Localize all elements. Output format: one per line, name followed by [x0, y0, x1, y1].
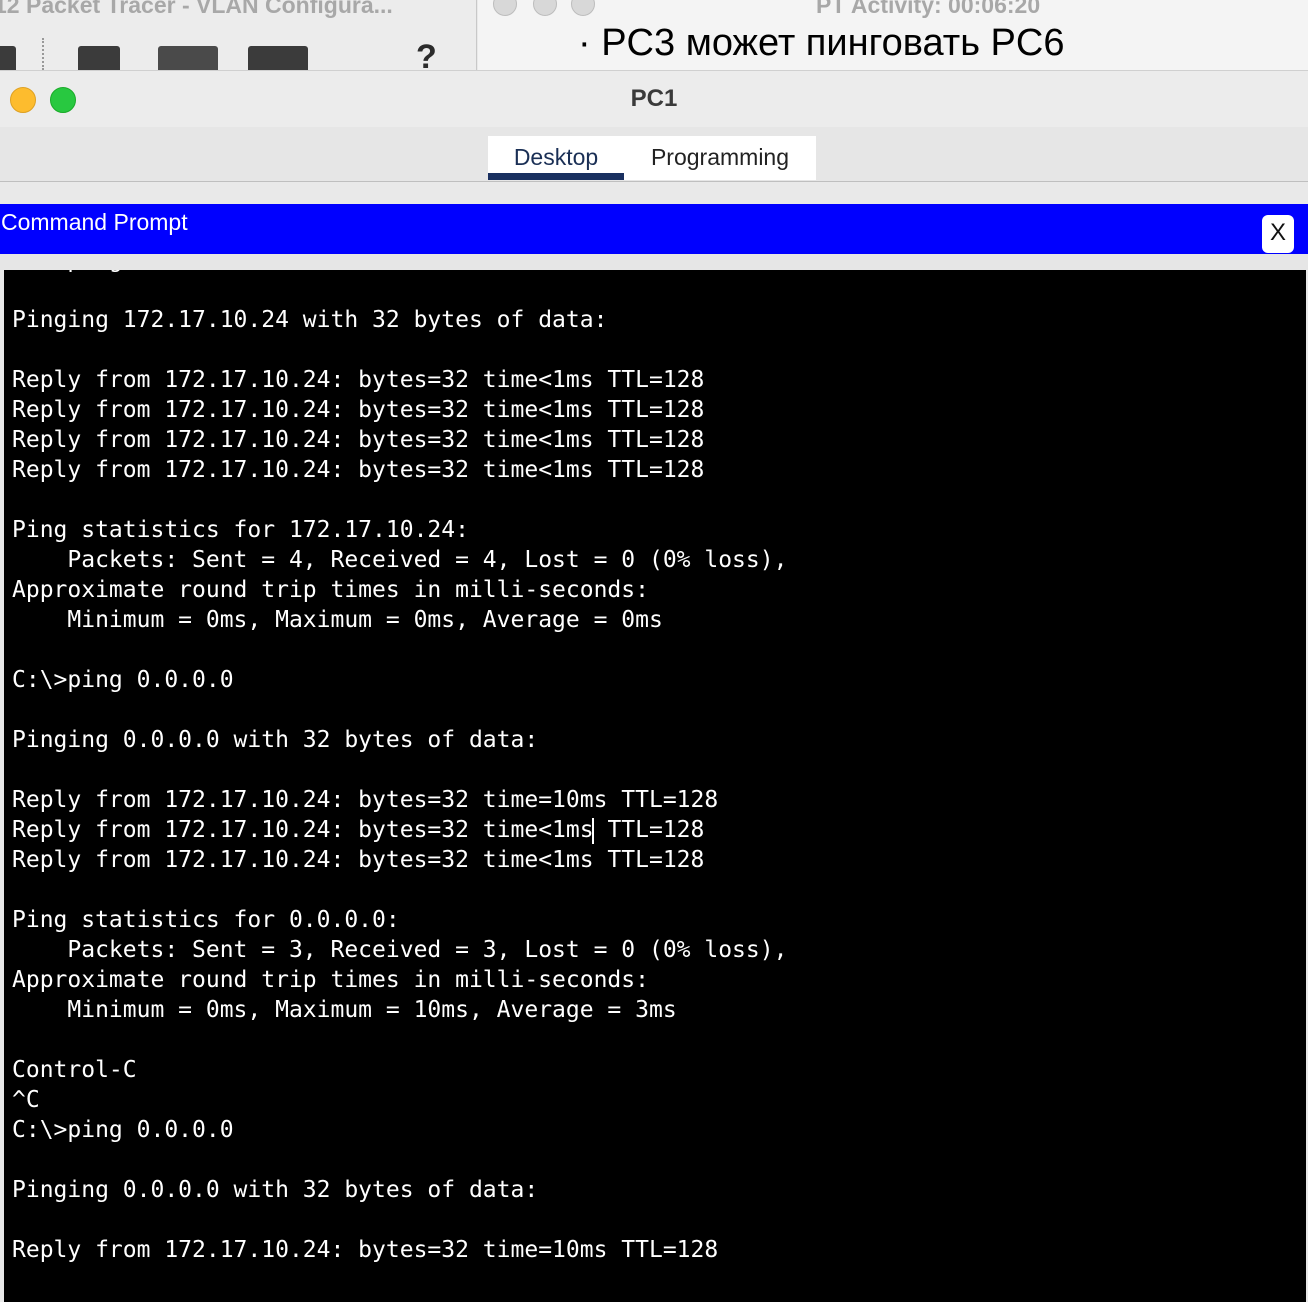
- terminal-line: Pinging 0.0.0.0 with 32 bytes of data:: [12, 727, 539, 753]
- activity-timer: PT Activity: 00:06:20: [816, 0, 1041, 18]
- terminal-line: Minimum = 0ms, Maximum = 0ms, Average = …: [12, 607, 663, 633]
- terminal-line: Reply from 172.17.10.24: bytes=32 time<1…: [12, 427, 705, 453]
- terminal-line: Reply from 172.17.10.24: bytes=32 time<1…: [12, 847, 705, 873]
- zoom-dot-icon[interactable]: [571, 0, 595, 16]
- window-title: PC1: [630, 85, 678, 112]
- instruction-text: · PC3 может пинговать PC6: [578, 22, 1065, 64]
- terminal-line: Reply from 172.17.10.24: bytes=32 time=1…: [12, 787, 719, 813]
- save-icon[interactable]: [0, 46, 16, 70]
- minimize-dot-icon[interactable]: [533, 0, 557, 16]
- tab-bar: Desktop Programming: [0, 127, 1308, 182]
- terminal-lines: C:\>ping 172.17.10.24Pinging 172.17.10.2…: [12, 270, 787, 1265]
- terminal-line: Reply from 172.17.10.24: bytes=32 time<1…: [12, 817, 705, 844]
- terminal-line: ^C: [12, 1087, 40, 1113]
- terminal-line: Approximate round trip times in milli-se…: [12, 577, 649, 603]
- terminal-line: Approximate round trip times in milli-se…: [12, 967, 649, 993]
- background-toolbar: ?: [0, 34, 476, 70]
- help-icon[interactable]: ?: [416, 38, 437, 70]
- terminal-line: Reply from 172.17.10.24: bytes=32 time=1…: [12, 1237, 719, 1263]
- device-icon[interactable]: [78, 46, 120, 70]
- command-prompt-header: Command Prompt: [0, 204, 1308, 254]
- terminal-line: Minimum = 0ms, Maximum = 10ms, Average =…: [12, 997, 677, 1023]
- background-window-title: 12 Packet Tracer - VLAN Configura...: [0, 0, 393, 18]
- terminal-line: Packets: Sent = 4, Received = 4, Lost = …: [12, 547, 788, 573]
- terminal-line: Control-C: [12, 1057, 137, 1083]
- terminal-line: C:\>ping 0.0.0.0: [12, 667, 234, 693]
- palette-icon[interactable]: [158, 46, 218, 70]
- image-icon[interactable]: [248, 46, 308, 70]
- terminal-line: Reply from 172.17.10.24: bytes=32 time<1…: [12, 457, 705, 483]
- terminal-line: Packets: Sent = 3, Received = 3, Lost = …: [12, 937, 788, 963]
- close-dot-icon[interactable]: [493, 0, 517, 16]
- header-divider: [0, 254, 1308, 270]
- terminal-line: Pinging 0.0.0.0 with 32 bytes of data:: [12, 1177, 539, 1203]
- toolbar-separator: [42, 38, 44, 70]
- terminal-line: Ping statistics for 0.0.0.0:: [12, 907, 400, 933]
- background-activity-window: PT Activity: 00:06:20 · PC3 может пингов…: [478, 0, 1308, 70]
- terminal-output[interactable]: C:\>ping 172.17.10.24Pinging 172.17.10.2…: [4, 270, 1306, 1302]
- close-button[interactable]: X: [1262, 215, 1294, 253]
- terminal-line: Reply from 172.17.10.24: bytes=32 time<1…: [12, 367, 705, 393]
- terminal-line: Ping statistics for 172.17.10.24:: [12, 517, 469, 543]
- pc1-window-titlebar: PC1: [0, 70, 1308, 128]
- background-packet-tracer-window: 12 Packet Tracer - VLAN Configura... ?: [0, 0, 477, 70]
- text-cursor: [591, 817, 594, 844]
- terminal-line: C:\>ping 0.0.0.0: [12, 1117, 234, 1143]
- terminal-line: Pinging 172.17.10.24 with 32 bytes of da…: [12, 307, 608, 333]
- tab-desktop[interactable]: Desktop: [488, 136, 624, 180]
- tab-group: Desktop Programming: [488, 136, 816, 180]
- command-prompt-title: Command Prompt: [1, 209, 188, 235]
- tab-programming[interactable]: Programming: [636, 136, 804, 180]
- terminal-line: Reply from 172.17.10.24: bytes=32 time<1…: [12, 397, 705, 423]
